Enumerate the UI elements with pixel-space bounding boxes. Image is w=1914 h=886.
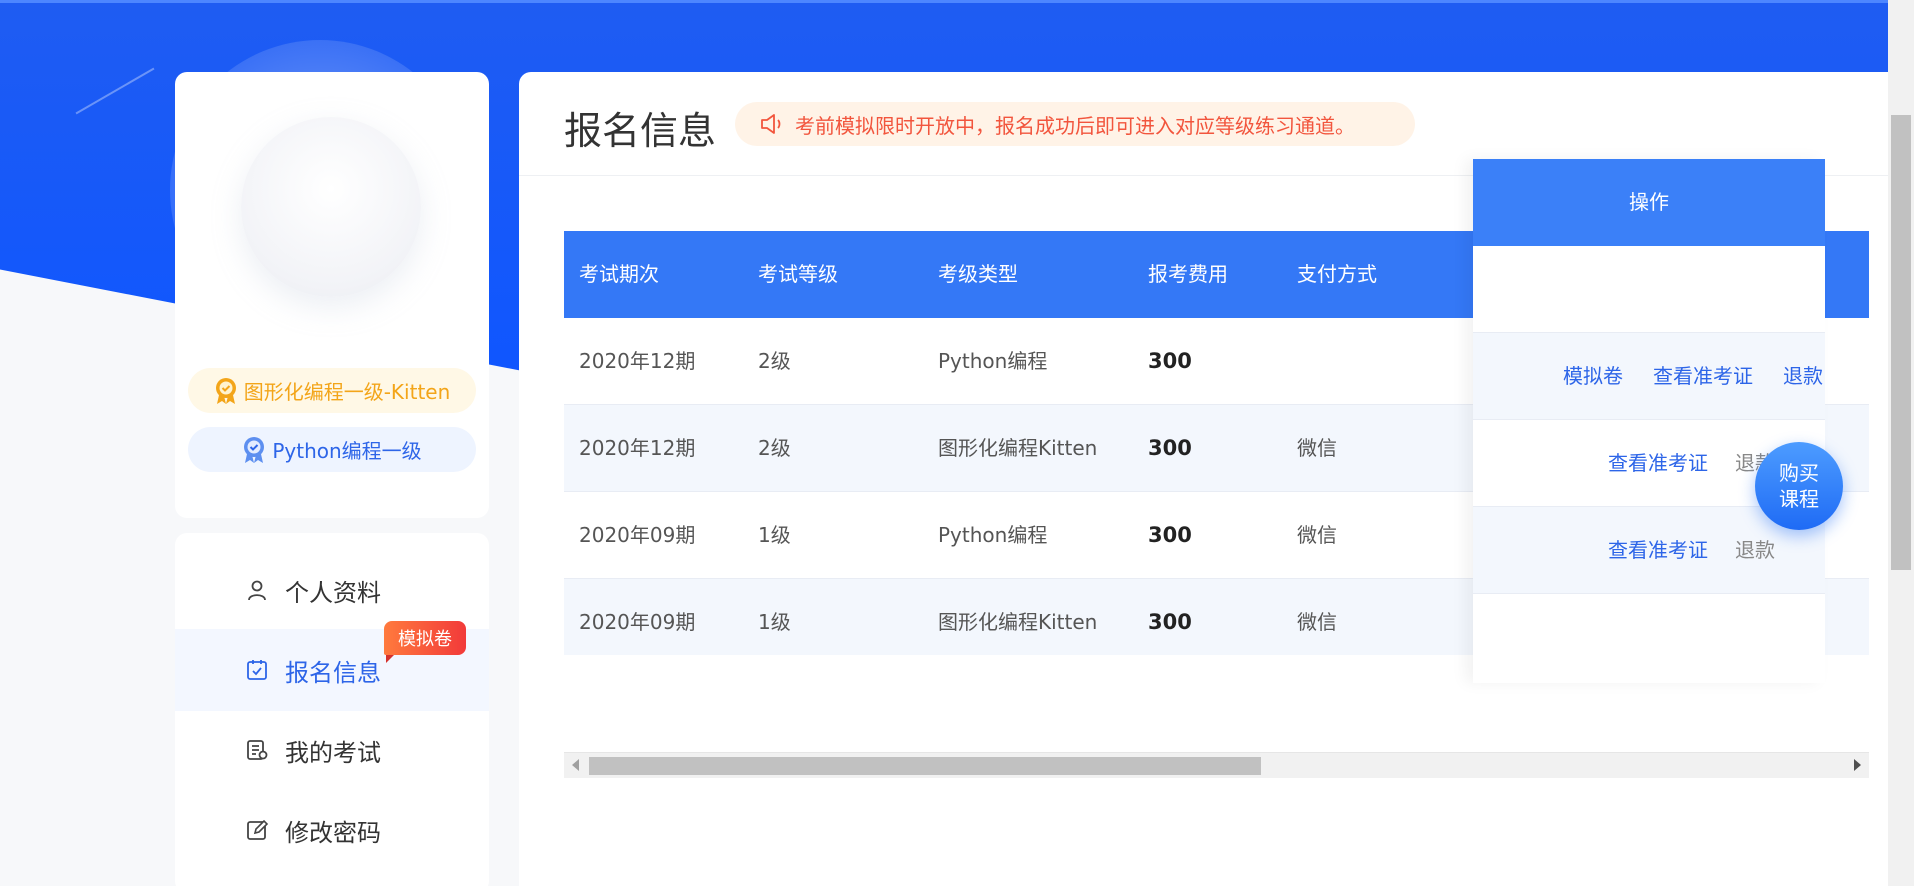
column-header: 支付方式 [1297, 262, 1377, 286]
sidebar-item-label: 报名信息 [285, 658, 381, 687]
notice-text: 考前模拟限时开放中，报名成功后即可进入对应等级练习通道。 [795, 113, 1355, 138]
cell-period: 2020年09期 [579, 523, 696, 547]
cell-level: 1级 [758, 523, 791, 547]
cell-period: 2020年12期 [579, 436, 696, 460]
cell-fee: 300 [1148, 523, 1192, 547]
cell-fee: 300 [1148, 610, 1192, 634]
cell-type: Python编程 [938, 349, 1048, 373]
cell-pay-method: 微信 [1297, 436, 1337, 460]
actions-row [1473, 246, 1825, 333]
fixed-actions-column: 操作 模拟卷 查看准考证 退款 查看准考证 退款 查看准考证 退款 [1473, 159, 1825, 683]
cell-pay-method: 微信 [1297, 610, 1337, 634]
column-header: 考试等级 [758, 262, 838, 286]
sidebar-item-label: 修改密码 [285, 818, 381, 847]
cell-type: Python编程 [938, 523, 1048, 547]
view-admission-ticket-link[interactable]: 查看准考证 [1608, 420, 1708, 507]
medal-icon [215, 377, 236, 404]
top-line [0, 0, 1914, 3]
speaker-icon [761, 114, 781, 134]
banner-streak [75, 67, 155, 115]
sidebar-item-profile[interactable]: 个人资料 [175, 549, 489, 631]
cell-pay-method: 微信 [1297, 523, 1337, 547]
sidebar-item-label: 个人资料 [285, 578, 381, 607]
cell-fee: 300 [1148, 436, 1192, 460]
calendar-check-icon [247, 660, 267, 680]
view-admission-ticket-link[interactable]: 查看准考证 [1653, 333, 1753, 420]
exam-icon [247, 740, 268, 760]
vertical-scrollbar-thumb[interactable] [1891, 115, 1911, 570]
page-title: 报名信息 [564, 109, 717, 153]
column-header: 考级类型 [938, 262, 1018, 286]
avatar[interactable] [241, 117, 421, 297]
mock-paper-link[interactable]: 模拟卷 [1563, 333, 1623, 420]
cell-type: 图形化编程Kitten [938, 610, 1098, 634]
cell-type: 图形化编程Kitten [938, 436, 1098, 460]
view-admission-ticket-link[interactable]: 查看准考证 [1608, 507, 1708, 594]
sidebar-item-registration[interactable]: 报名信息 模拟卷 [175, 621, 489, 711]
column-header: 报考费用 [1148, 262, 1228, 286]
column-header-actions: 操作 [1473, 159, 1825, 246]
user-icon [248, 580, 266, 601]
sidebar-item-change-password[interactable]: 修改密码 [175, 789, 489, 871]
badge-python-level1: Python编程一级 [188, 427, 476, 472]
cell-period: 2020年09期 [579, 610, 696, 634]
actions-column-fill [1473, 594, 1825, 683]
notice-banner: 考前模拟限时开放中，报名成功后即可进入对应等级练习通道。 [735, 102, 1415, 146]
cell-fee: 300 [1148, 349, 1192, 373]
actions-row: 模拟卷 查看准考证 退款 [1473, 333, 1825, 420]
buy-course-label-line1: 购买 [1779, 461, 1819, 485]
badge-kitten-level1: 图形化编程一级-Kitten [188, 368, 476, 413]
cell-level: 1级 [758, 610, 791, 634]
badge-label: Python编程一级 [272, 439, 422, 463]
table-horizontal-scrollbar[interactable] [564, 752, 1869, 778]
scroll-right-arrow-icon[interactable] [1854, 759, 1861, 771]
cell-level: 2级 [758, 436, 791, 460]
horizontal-scrollbar-thumb[interactable] [589, 757, 1261, 775]
badge-label: 图形化编程一级-Kitten [243, 380, 451, 404]
scroll-left-arrow-icon[interactable] [572, 759, 579, 771]
refund-link[interactable]: 退款 [1783, 333, 1823, 420]
cell-pay-method [1282, 318, 1297, 405]
cell-level: 2级 [758, 349, 791, 373]
cell-period: 2020年12期 [579, 349, 696, 373]
buy-course-label-line2: 课程 [1779, 487, 1819, 511]
medal-icon [244, 436, 265, 463]
column-header: 考试期次 [579, 262, 659, 286]
mock-exam-tag: 模拟卷 [384, 621, 466, 663]
profile-card: 图形化编程一级-Kitten Python编程一级 [175, 72, 489, 518]
edit-icon [247, 819, 269, 840]
sidebar-item-label: 我的考试 [285, 738, 381, 767]
buy-course-button[interactable]: 购买 课程 [1755, 442, 1843, 530]
refund-link[interactable]: 退款 [1735, 507, 1775, 594]
sidebar-item-my-exams[interactable]: 我的考试 [175, 709, 489, 791]
sidebar-menu: 个人资料 报名信息 模拟卷 我的考试 修改密码 [175, 533, 489, 886]
